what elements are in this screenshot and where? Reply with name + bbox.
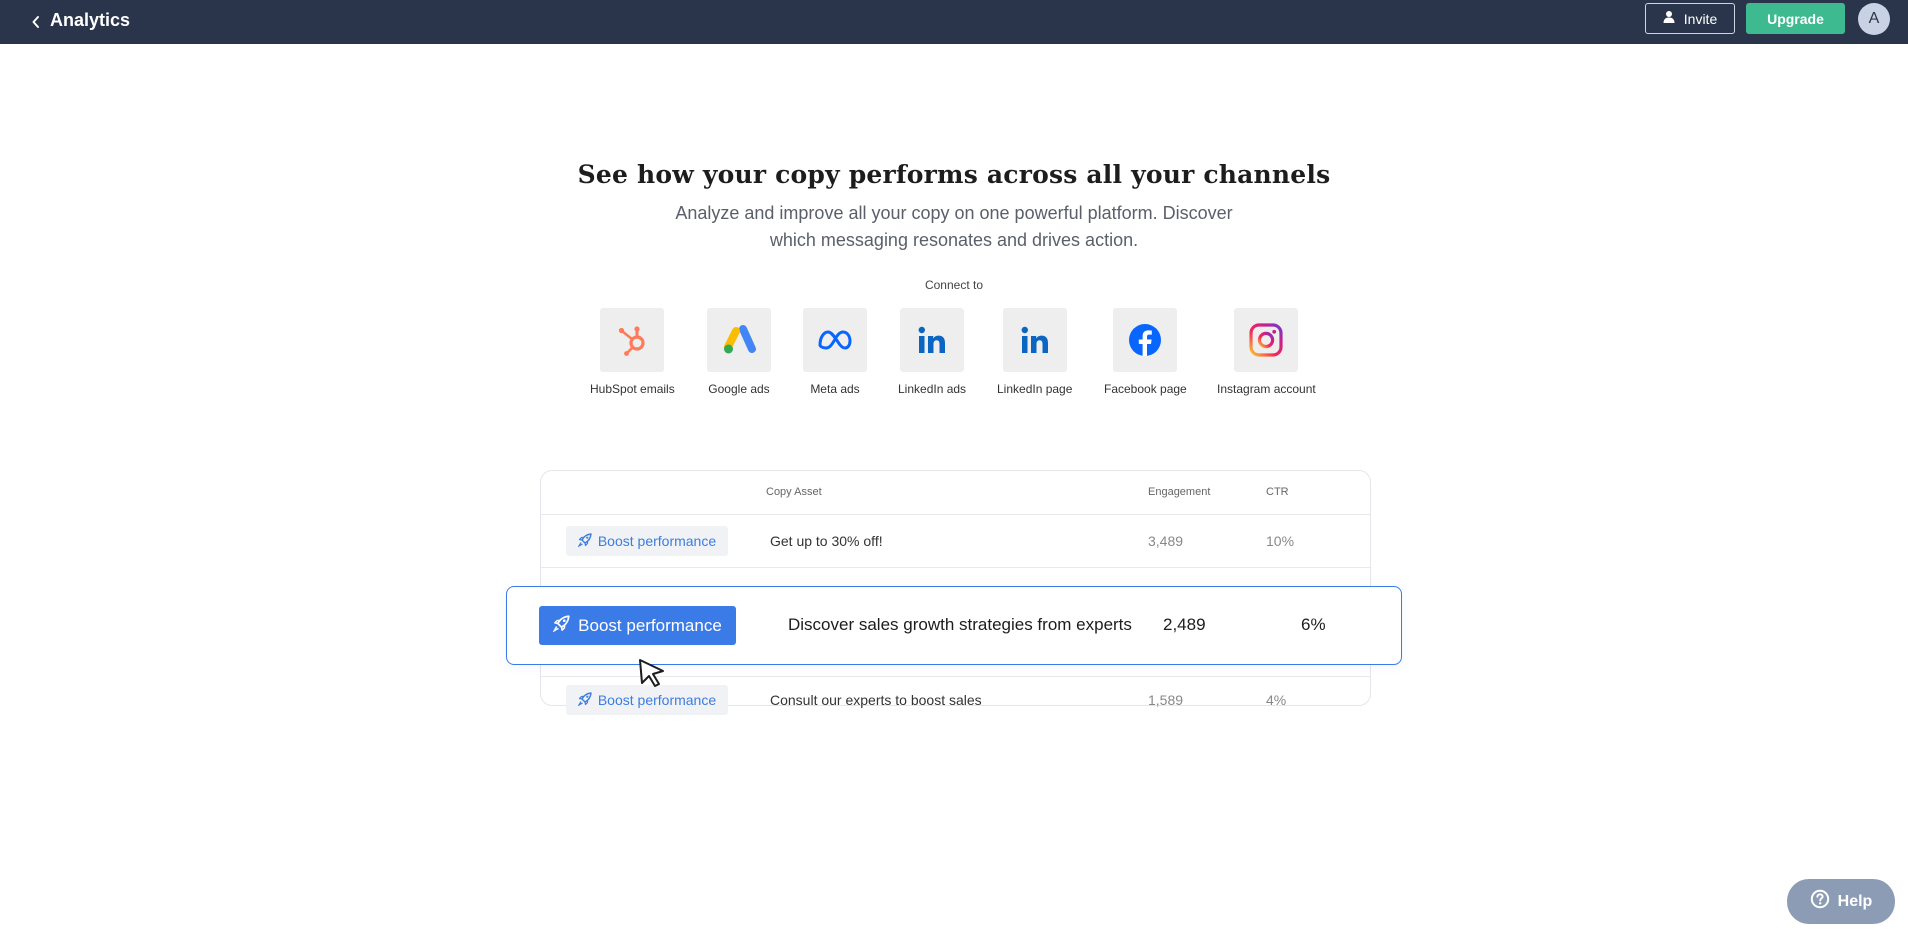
boost-label: Boost performance — [597, 533, 717, 549]
question-circle-icon — [1810, 889, 1830, 914]
channel-label: LinkedIn ads — [898, 382, 967, 396]
engagement-cell: 2,489 — [1163, 615, 1206, 634]
page-title: Analytics — [50, 10, 131, 30]
channel-label: Instagram account — [1217, 382, 1316, 396]
row-divider — [541, 567, 1370, 568]
copy-asset-cell: Get up to 30% off! — [770, 533, 883, 549]
channel-google-ads[interactable]: Google ads — [707, 308, 771, 396]
ctr-cell: 10% — [1266, 533, 1295, 549]
upgrade-button[interactable]: Upgrade — [1746, 3, 1845, 34]
engagement-cell: 3,489 — [1148, 533, 1184, 549]
ctr-cell: 6% — [1301, 615, 1326, 634]
connect-to-label: Connect to — [924, 278, 984, 292]
boost-performance-button[interactable]: Boost performance — [539, 606, 736, 645]
channel-hubspot-emails[interactable]: HubSpot emails — [590, 308, 675, 396]
ctr-cell: 4% — [1266, 692, 1287, 708]
help-label: Help — [1837, 892, 1873, 910]
mouse-cursor-icon — [637, 658, 667, 693]
top-bar: Analytics Invite Upgrade A — [0, 0, 1908, 44]
boost-performance-button[interactable]: Boost performance — [566, 526, 728, 556]
rocket-icon — [577, 691, 592, 709]
copy-asset-cell: Consult our experts to boost sales — [770, 692, 982, 708]
boost-label: Boost performance — [597, 692, 717, 708]
user-plus-icon — [1663, 10, 1677, 27]
channel-label: HubSpot emails — [590, 382, 675, 396]
engagement-cell: 1,589 — [1148, 692, 1184, 708]
linkedin-icon — [900, 308, 965, 372]
invite-label: Invite — [1683, 10, 1718, 27]
channel-facebook-page[interactable]: Facebook page — [1104, 308, 1187, 396]
rocket-icon — [552, 614, 570, 637]
help-button[interactable]: Help — [1787, 879, 1895, 924]
header-divider — [541, 514, 1370, 515]
column-header-copy-asset: Copy Asset — [766, 486, 822, 498]
channel-instagram-account[interactable]: Instagram account — [1217, 308, 1316, 396]
back-chevron-icon[interactable] — [26, 11, 46, 33]
column-header-ctr: CTR — [1266, 486, 1289, 498]
copy-asset-cell: Discover sales growth strategies from ex… — [788, 615, 1132, 634]
channel-meta-ads[interactable]: Meta ads — [803, 308, 867, 396]
facebook-icon — [1113, 308, 1178, 372]
channel-label: Facebook page — [1104, 382, 1187, 396]
channel-label: LinkedIn page — [997, 382, 1073, 396]
invite-button[interactable]: Invite — [1645, 3, 1735, 34]
linkedin-icon — [1002, 308, 1067, 372]
boost-label: Boost performance — [578, 615, 722, 635]
channel-linkedin-ads[interactable]: LinkedIn ads — [898, 308, 966, 396]
hubspot-icon — [600, 308, 665, 372]
channel-label: Meta ads — [810, 382, 860, 396]
channel-label: Google ads — [708, 382, 770, 396]
meta-icon — [803, 308, 867, 372]
google-ads-icon — [707, 308, 771, 372]
channel-linkedin-page[interactable]: LinkedIn page — [997, 308, 1072, 396]
instagram-icon — [1234, 308, 1299, 372]
avatar[interactable]: A — [1858, 3, 1890, 35]
rocket-icon — [577, 532, 592, 550]
hero-subhead: Analyze and improve all your copy on one… — [675, 203, 1233, 250]
column-header-engagement: Engagement — [1148, 486, 1211, 498]
hero-headline: See how your copy performs across all yo… — [577, 160, 1331, 189]
